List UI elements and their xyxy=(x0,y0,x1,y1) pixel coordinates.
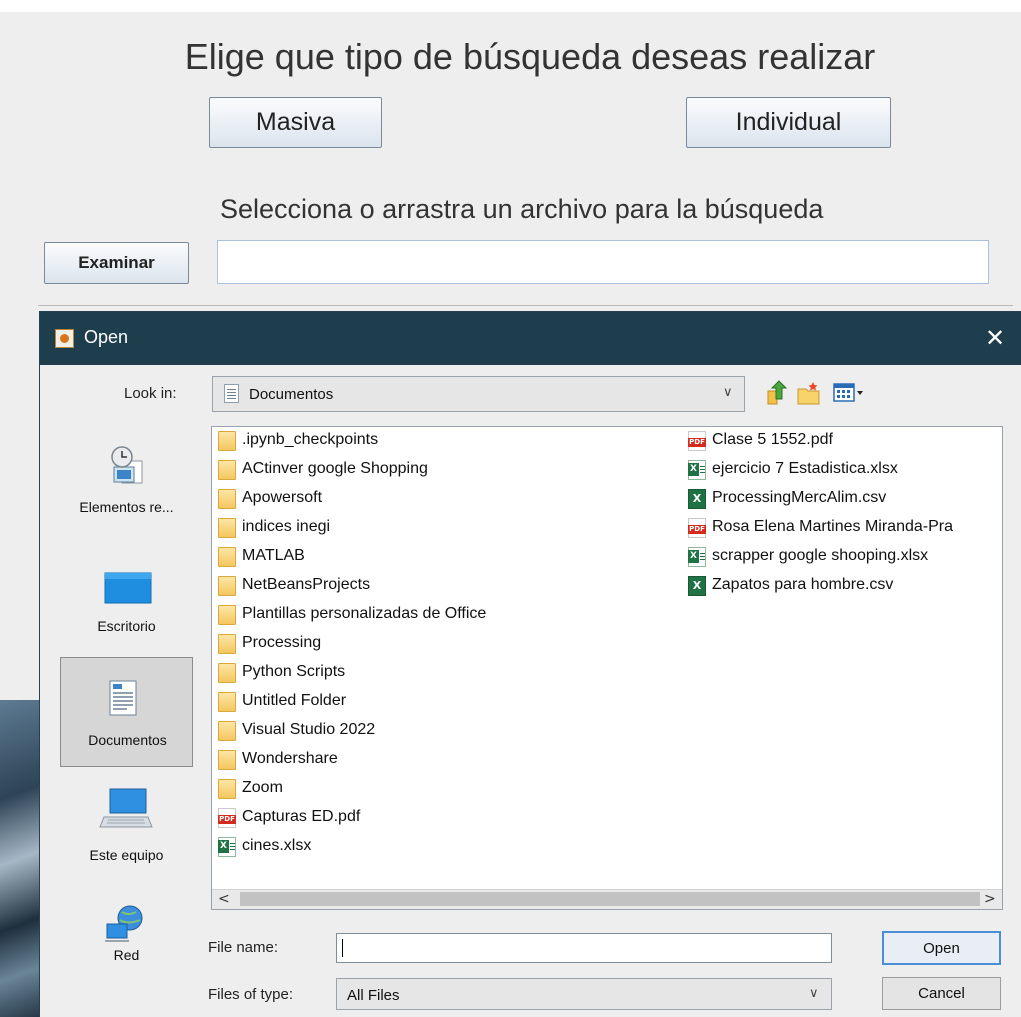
file-name: Apowersoft xyxy=(242,489,323,506)
close-button[interactable]: ✕ xyxy=(977,321,1013,355)
scroll-thumb[interactable] xyxy=(240,892,980,906)
folder-icon xyxy=(218,576,236,596)
csv-file-icon xyxy=(688,576,706,596)
csv-file-icon xyxy=(688,489,706,509)
folder-icon xyxy=(218,634,236,654)
file-name: ACtinver google Shopping xyxy=(242,460,428,477)
desktop-icon xyxy=(104,572,152,604)
file-name: scrapper google shooping.xlsx xyxy=(712,547,929,564)
file-name: ProcessingMercAlim.csv xyxy=(712,489,887,506)
pdf-file-icon xyxy=(688,518,706,538)
place-red[interactable]: Red xyxy=(60,892,193,1002)
dialog-title: Open xyxy=(84,327,129,347)
places-sidebar: Elementos re... Escritorio Documentos Es… xyxy=(60,427,195,1017)
computer-icon xyxy=(99,788,153,828)
open-dialog: Open ✕ Look in: Documentos ∨ Elementos r… xyxy=(40,312,1021,1017)
file-path-input[interactable] xyxy=(217,240,989,284)
file-name: NetBeansProjects xyxy=(242,576,371,593)
chevron-down-icon: ∨ xyxy=(723,385,733,400)
view-menu-icon[interactable] xyxy=(833,379,867,407)
file-name: Zapatos para hombre.csv xyxy=(712,576,894,593)
place-este-equipo[interactable]: Este equipo xyxy=(60,777,193,887)
look-in-label: Look in: xyxy=(124,385,177,402)
documents-icon xyxy=(109,680,137,716)
network-icon xyxy=(105,905,143,942)
place-label: Este equipo xyxy=(89,847,164,863)
top-strip xyxy=(0,0,1021,12)
file-name: .ipynb_checkpoints xyxy=(242,431,379,448)
page-title: Elige que tipo de búsqueda deseas realiz… xyxy=(184,36,876,77)
open-button[interactable]: Open xyxy=(882,931,1001,965)
folder-icon xyxy=(218,779,236,799)
place-escritorio[interactable]: Escritorio xyxy=(60,557,193,667)
folder-icon xyxy=(218,460,236,480)
masiva-button[interactable]: Masiva xyxy=(209,97,382,148)
file-list[interactable]: .ipynb_checkpoints ACtinver google Shoppi… xyxy=(211,426,1003,910)
excel-file-icon xyxy=(688,460,706,480)
folder-icon xyxy=(218,750,236,770)
folder-icon xyxy=(218,663,236,683)
text-caret xyxy=(342,939,343,957)
folder-icon xyxy=(218,692,236,712)
file-name-label: File name: xyxy=(208,939,279,956)
examinar-button[interactable]: Examinar xyxy=(44,242,189,284)
file-name: Plantillas personalizadas de Office xyxy=(242,605,487,622)
documents-folder-icon xyxy=(224,384,239,403)
folder-icon xyxy=(218,431,236,451)
pdf-file-icon xyxy=(218,808,236,828)
look-in-combo[interactable]: Documentos ∨ xyxy=(212,376,745,412)
file-name: Visual Studio 2022 xyxy=(242,721,376,738)
file-name: ejercicio 7 Estadistica.xlsx xyxy=(712,460,898,477)
file-name-input[interactable] xyxy=(336,933,832,963)
file-name: Processing xyxy=(242,634,322,651)
folder-icon xyxy=(218,489,236,509)
folder-icon xyxy=(218,518,236,538)
place-label: Escritorio xyxy=(97,618,156,634)
file-name: cines.xlsx xyxy=(242,837,312,854)
files-of-type-label: Files of type: xyxy=(208,986,294,1003)
recent-items-icon xyxy=(111,446,143,484)
scroll-right-icon[interactable]: > xyxy=(984,891,996,907)
excel-file-icon xyxy=(218,837,236,857)
file-name: Untitled Folder xyxy=(242,692,347,709)
pdf-file-icon xyxy=(688,431,706,451)
place-label: Documentos xyxy=(88,732,167,748)
file-name: Wondershare xyxy=(242,750,338,767)
new-folder-icon[interactable] xyxy=(797,379,821,407)
cancel-button[interactable]: Cancel xyxy=(882,977,1001,1010)
folder-icon xyxy=(218,547,236,567)
place-recent-items[interactable]: Elementos re... xyxy=(60,427,193,537)
folder-icon xyxy=(218,605,236,625)
place-label: Elementos re... xyxy=(79,499,174,515)
file-name: Capturas ED.pdf xyxy=(242,808,361,825)
java-icon xyxy=(55,329,74,348)
place-label: Red xyxy=(113,947,140,963)
file-name: indices inegi xyxy=(242,518,331,535)
file-name: Clase 5 1552.pdf xyxy=(712,431,833,448)
excel-file-icon xyxy=(688,547,706,567)
place-documentos[interactable]: Documentos xyxy=(60,657,193,767)
file-name: Python Scripts xyxy=(242,663,346,680)
file-select-instructions: Selecciona o arrastra un archivo para la… xyxy=(220,194,824,224)
background-photo xyxy=(0,700,40,1017)
horizontal-scrollbar[interactable]: < > xyxy=(212,889,1002,909)
folder-icon xyxy=(218,721,236,741)
scroll-left-icon[interactable]: < xyxy=(218,891,230,907)
dialog-titlebar[interactable]: Open ✕ xyxy=(40,312,1021,365)
files-of-type-combo[interactable]: All Files ∨ xyxy=(336,978,832,1010)
look-in-value: Documentos xyxy=(249,386,334,403)
file-name: Zoom xyxy=(242,779,283,796)
up-one-level-icon[interactable] xyxy=(764,379,788,407)
chevron-down-icon: ∨ xyxy=(809,986,819,1001)
file-name: Rosa Elena Martines Miranda-Pra xyxy=(712,518,953,535)
files-of-type-value: All Files xyxy=(347,987,400,1004)
file-name: MATLAB xyxy=(242,547,305,564)
individual-button[interactable]: Individual xyxy=(686,97,891,148)
